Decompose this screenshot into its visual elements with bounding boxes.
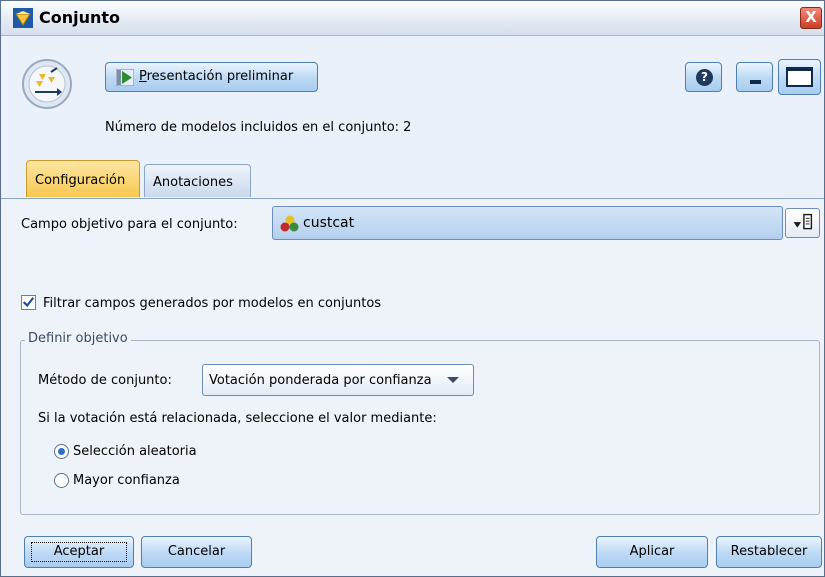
close-icon: X xyxy=(805,8,817,26)
reset-label: Restablecer xyxy=(730,544,808,559)
radio-highest-confidence-label[interactable]: Mayor confianza xyxy=(73,473,180,488)
field-picker-icon xyxy=(793,213,813,230)
filter-checkbox-label[interactable]: Filtrar campos generados por modelos en … xyxy=(43,296,381,311)
cancel-label: Cancelar xyxy=(167,544,226,559)
help-button[interactable]: ? xyxy=(685,62,722,92)
ensemble-diamond-icon xyxy=(13,8,33,28)
field-picker-button[interactable] xyxy=(785,208,820,238)
focus-ring xyxy=(31,542,127,562)
method-label: Método de conjunto: xyxy=(38,373,172,388)
apply-label: Aplicar xyxy=(629,544,675,559)
method-select[interactable]: Votación ponderada por confianza xyxy=(202,364,474,396)
ensemble-dialog: Conjunto X Presentación preliminar ? Núm… xyxy=(0,0,825,577)
ensemble-node-icon xyxy=(22,59,72,109)
set-field-icon xyxy=(280,215,299,232)
help-icon: ? xyxy=(696,69,713,86)
target-field[interactable]: custcat xyxy=(272,206,783,240)
chevron-down-icon xyxy=(447,377,459,383)
play-icon xyxy=(116,69,134,86)
tab-configuracion[interactable]: Configuración xyxy=(26,160,140,197)
maximize-button[interactable] xyxy=(778,59,821,95)
group-legend: Definir objetivo xyxy=(25,331,131,346)
apply-button[interactable]: Aplicar xyxy=(596,536,708,568)
radio-random-selection[interactable] xyxy=(54,444,69,459)
method-select-value: Votación ponderada por confianza xyxy=(209,373,432,388)
close-button[interactable]: X xyxy=(800,7,822,29)
radio-highest-confidence[interactable] xyxy=(54,473,69,488)
radio-random-selection-label[interactable]: Selección aleatoria xyxy=(73,444,197,459)
window-title: Conjunto xyxy=(39,8,121,27)
tie-break-label: Si la votación está relacionada, selecci… xyxy=(38,411,437,426)
tab-anotaciones[interactable]: Anotaciones xyxy=(144,164,251,197)
ok-button[interactable]: Aceptar xyxy=(24,536,134,568)
minimize-icon xyxy=(750,80,761,84)
filter-checkbox[interactable] xyxy=(21,295,36,310)
minimize-button[interactable] xyxy=(736,62,773,92)
preview-button[interactable]: Presentación preliminar xyxy=(105,62,318,92)
reset-button[interactable]: Restablecer xyxy=(716,536,822,568)
preview-label: Presentación preliminar xyxy=(139,69,294,84)
maximize-icon xyxy=(786,67,813,87)
model-count-text: Número de modelos incluidos en el conjun… xyxy=(105,120,412,135)
title-bar[interactable]: Conjunto X xyxy=(1,1,824,36)
checkmark-icon xyxy=(22,297,35,308)
target-field-value: custcat xyxy=(303,215,355,231)
target-field-label: Campo objetivo para el conjunto: xyxy=(21,217,238,232)
cancel-button[interactable]: Cancelar xyxy=(141,536,252,568)
